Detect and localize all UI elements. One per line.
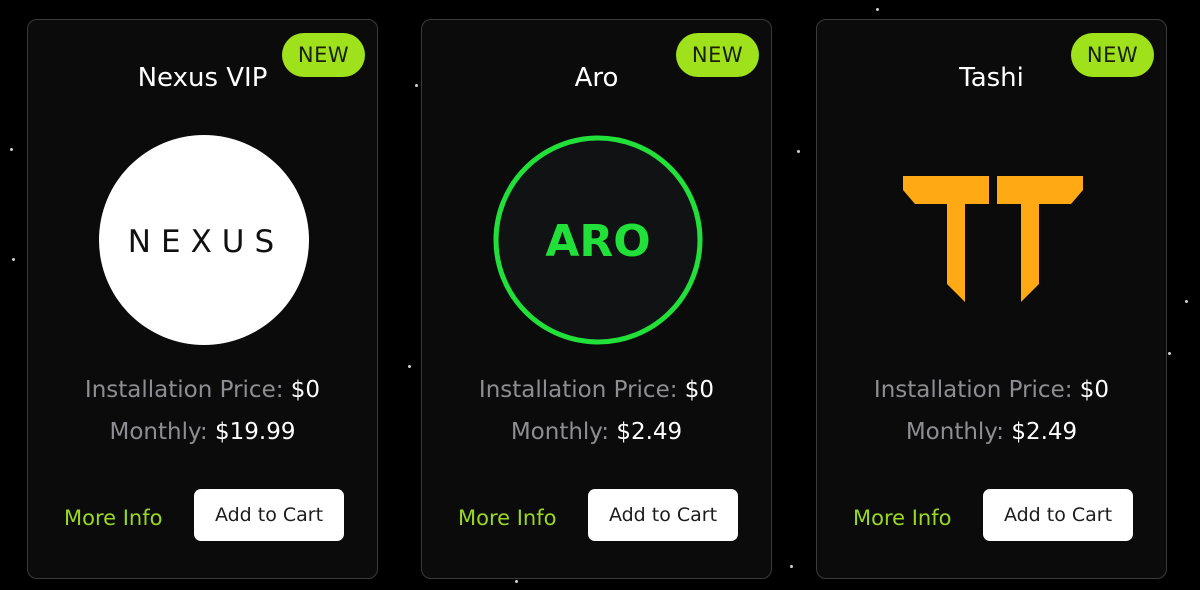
add-to-cart-button[interactable]: Add to Cart xyxy=(194,489,344,541)
installation-price-line: Installation Price: $0 xyxy=(422,375,771,405)
more-info-link[interactable]: More Info xyxy=(458,503,556,533)
product-card-tashi: NEW Tashi Installation Price: $0 Monthly… xyxy=(816,19,1167,579)
monthly-price-value: $2.49 xyxy=(616,419,683,445)
product-title: Nexus VIP xyxy=(137,63,268,93)
monthly-price-value: $19.99 xyxy=(215,419,296,445)
aro-logo-icon: ARO xyxy=(493,135,703,345)
product-title: Aro xyxy=(574,63,619,93)
product-card-nexus-vip: NEW Nexus VIP NEXUS Installation Price: … xyxy=(27,19,378,579)
tashi-logo-icon xyxy=(903,176,1083,302)
add-to-cart-button[interactable]: Add to Cart xyxy=(983,489,1133,541)
monthly-price-line: Monthly: $19.99 xyxy=(28,417,377,447)
installation-price-value: $0 xyxy=(1079,377,1110,403)
nexus-logo-icon: NEXUS xyxy=(99,135,309,345)
star-decoration xyxy=(12,258,15,261)
installation-price-label: Installation Price: xyxy=(478,377,678,403)
monthly-price-label: Monthly: xyxy=(510,419,609,445)
monthly-price-value: $2.49 xyxy=(1011,419,1078,445)
monthly-price-label: Monthly: xyxy=(109,419,208,445)
installation-price-line: Installation Price: $0 xyxy=(28,375,377,405)
star-decoration xyxy=(10,148,13,151)
logo-text: ARO xyxy=(545,216,650,267)
installation-price-line: Installation Price: $0 xyxy=(817,375,1166,405)
logo-text: NEXUS xyxy=(128,224,284,260)
product-card-aro: NEW Aro ARO Installation Price: $0 Month… xyxy=(421,19,772,579)
star-decoration xyxy=(797,150,800,153)
star-decoration xyxy=(1185,300,1188,303)
add-to-cart-button[interactable]: Add to Cart xyxy=(588,489,738,541)
monthly-price-line: Monthly: $2.49 xyxy=(817,417,1166,447)
more-info-link[interactable]: More Info xyxy=(853,503,951,533)
star-decoration xyxy=(1168,352,1171,355)
star-decoration xyxy=(876,8,879,11)
product-grid: NEW Nexus VIP NEXUS Installation Price: … xyxy=(0,0,1200,590)
monthly-price-line: Monthly: $2.49 xyxy=(422,417,771,447)
star-decoration xyxy=(790,565,793,568)
installation-price-label: Installation Price: xyxy=(84,377,284,403)
more-info-link[interactable]: More Info xyxy=(64,503,162,533)
installation-price-value: $0 xyxy=(684,377,715,403)
installation-price-label: Installation Price: xyxy=(873,377,1073,403)
star-decoration xyxy=(515,580,518,583)
monthly-price-label: Monthly: xyxy=(905,419,1004,445)
star-decoration xyxy=(415,84,418,87)
installation-price-value: $0 xyxy=(290,377,321,403)
product-title: Tashi xyxy=(959,63,1024,93)
star-decoration xyxy=(408,365,411,368)
